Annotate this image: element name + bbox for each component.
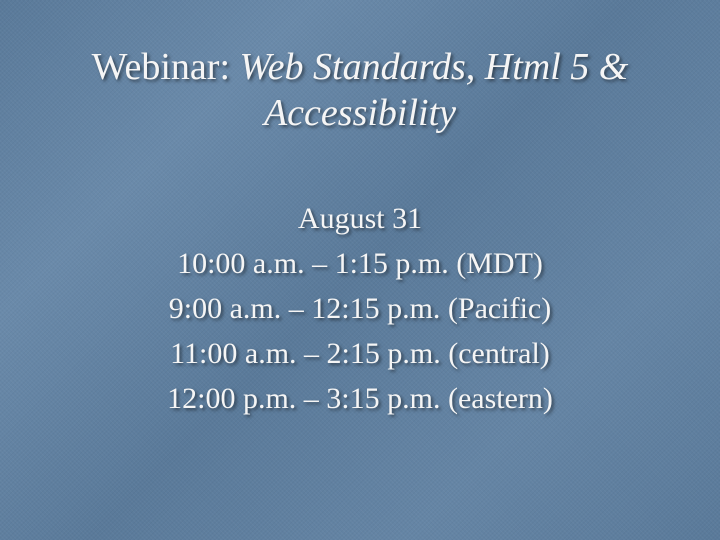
schedule-time: 11:00 a.m. – 2:15 p.m. (central) (50, 331, 670, 376)
slide: Webinar: Web Standards, Html 5 & Accessi… (0, 0, 720, 540)
schedule-time: 12:00 p.m. – 3:15 p.m. (eastern) (50, 376, 670, 421)
schedule-time: 10:00 a.m. – 1:15 p.m. (MDT) (50, 241, 670, 286)
title-main: Web Standards, Html 5 & Accessibility (240, 46, 629, 134)
schedule-date: August 31 (50, 196, 670, 241)
slide-title: Webinar: Web Standards, Html 5 & Accessi… (50, 45, 670, 136)
schedule: August 31 10:00 a.m. – 1:15 p.m. (MDT) 9… (50, 196, 670, 421)
title-prefix: Webinar: (92, 46, 240, 88)
schedule-time: 9:00 a.m. – 12:15 p.m. (Pacific) (50, 286, 670, 331)
